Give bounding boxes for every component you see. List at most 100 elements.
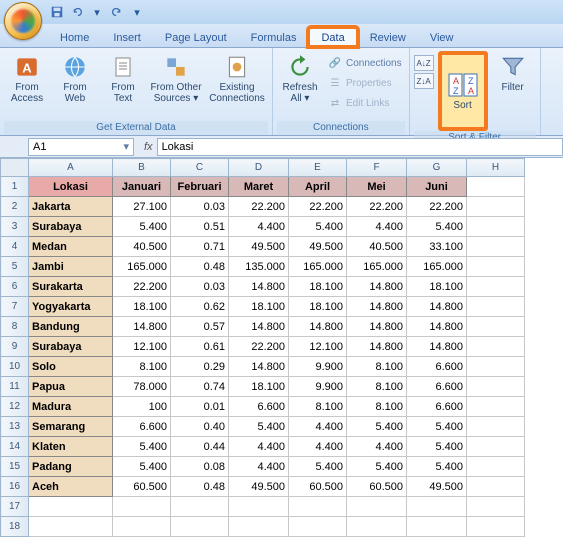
- sort-button[interactable]: AZZASort: [438, 51, 488, 131]
- cell[interactable]: 22.200: [289, 197, 347, 217]
- cell[interactable]: 12.100: [113, 337, 171, 357]
- cell-lokasi[interactable]: Surabaya: [29, 217, 113, 237]
- cell[interactable]: 18.100: [407, 277, 467, 297]
- cell[interactable]: 100: [113, 397, 171, 417]
- cell[interactable]: 5.400: [289, 217, 347, 237]
- cell[interactable]: 14.800: [407, 337, 467, 357]
- cell[interactable]: 0.29: [171, 357, 229, 377]
- cell[interactable]: 40.500: [113, 237, 171, 257]
- cell[interactable]: [171, 517, 229, 537]
- cell[interactable]: 18.100: [229, 297, 289, 317]
- connections-button[interactable]: 🔗Connections: [325, 54, 405, 72]
- sort-asc-button[interactable]: A↓Z: [414, 55, 434, 71]
- refresh-all-button[interactable]: Refresh All ▾: [277, 51, 323, 106]
- cell[interactable]: 0.01: [171, 397, 229, 417]
- cell[interactable]: 4.400: [347, 437, 407, 457]
- cell[interactable]: [407, 517, 467, 537]
- cell[interactable]: [467, 177, 525, 197]
- cell[interactable]: 18.100: [289, 297, 347, 317]
- cell[interactable]: 18.100: [229, 377, 289, 397]
- cell[interactable]: 5.400: [113, 437, 171, 457]
- cell[interactable]: [467, 457, 525, 477]
- office-button[interactable]: [4, 2, 42, 40]
- cell[interactable]: 5.400: [407, 217, 467, 237]
- cell[interactable]: 8.100: [347, 377, 407, 397]
- row-header-17[interactable]: 17: [1, 497, 29, 517]
- cell[interactable]: 14.800: [229, 357, 289, 377]
- cell[interactable]: 22.200: [229, 337, 289, 357]
- cell[interactable]: 14.800: [229, 317, 289, 337]
- cell[interactable]: 8.100: [113, 357, 171, 377]
- cell[interactable]: 4.400: [347, 217, 407, 237]
- cell[interactable]: [467, 297, 525, 317]
- cell[interactable]: 0.40: [171, 417, 229, 437]
- cell-lokasi[interactable]: Medan: [29, 237, 113, 257]
- col-header-F[interactable]: F: [347, 159, 407, 177]
- cell[interactable]: 4.400: [229, 437, 289, 457]
- formula-input[interactable]: Lokasi: [157, 138, 563, 156]
- cell[interactable]: [29, 517, 113, 537]
- row-header-8[interactable]: 8: [1, 317, 29, 337]
- cell[interactable]: 5.400: [229, 417, 289, 437]
- col-header-H[interactable]: H: [467, 159, 525, 177]
- cell[interactable]: 8.100: [347, 397, 407, 417]
- cell[interactable]: 60.500: [289, 477, 347, 497]
- header-cell[interactable]: April: [289, 177, 347, 197]
- cell[interactable]: 9.900: [289, 357, 347, 377]
- cell[interactable]: 6.600: [229, 397, 289, 417]
- cell[interactable]: [113, 497, 171, 517]
- cell[interactable]: 6.600: [407, 357, 467, 377]
- row-header-11[interactable]: 11: [1, 377, 29, 397]
- header-cell[interactable]: Juni: [407, 177, 467, 197]
- cell[interactable]: 0.61: [171, 337, 229, 357]
- cell[interactable]: 6.600: [407, 377, 467, 397]
- cell[interactable]: [229, 517, 289, 537]
- row-header-5[interactable]: 5: [1, 257, 29, 277]
- cell-lokasi[interactable]: Aceh: [29, 477, 113, 497]
- tab-home[interactable]: Home: [48, 28, 101, 47]
- tab-review[interactable]: Review: [358, 28, 418, 47]
- row-header-7[interactable]: 7: [1, 297, 29, 317]
- from-text-button[interactable]: From Text: [100, 51, 146, 106]
- cell[interactable]: [289, 517, 347, 537]
- from-access-button[interactable]: AFrom Access: [4, 51, 50, 106]
- qat-customize-icon[interactable]: ▾: [128, 3, 146, 21]
- cell[interactable]: [467, 397, 525, 417]
- cell-lokasi[interactable]: Yogyakarta: [29, 297, 113, 317]
- row-header-13[interactable]: 13: [1, 417, 29, 437]
- cell[interactable]: [467, 317, 525, 337]
- redo-icon[interactable]: [108, 3, 126, 21]
- cell[interactable]: [467, 277, 525, 297]
- cell[interactable]: 18.100: [289, 277, 347, 297]
- cell[interactable]: 135.000: [229, 257, 289, 277]
- cell[interactable]: 9.900: [289, 377, 347, 397]
- cell[interactable]: 0.08: [171, 457, 229, 477]
- fx-icon[interactable]: fx: [144, 141, 153, 153]
- cell[interactable]: 0.71: [171, 237, 229, 257]
- cell[interactable]: 6.600: [113, 417, 171, 437]
- filter-button[interactable]: Filter: [490, 51, 536, 95]
- cell[interactable]: [467, 357, 525, 377]
- header-cell[interactable]: Mei: [347, 177, 407, 197]
- cell-lokasi[interactable]: Klaten: [29, 437, 113, 457]
- cell[interactable]: [347, 497, 407, 517]
- col-header-E[interactable]: E: [289, 159, 347, 177]
- row-header-10[interactable]: 10: [1, 357, 29, 377]
- cell[interactable]: 14.800: [347, 337, 407, 357]
- from-other-sources-button[interactable]: From Other Sources ▾: [148, 51, 204, 106]
- cell-lokasi[interactable]: Semarang: [29, 417, 113, 437]
- cell-lokasi[interactable]: Surabaya: [29, 337, 113, 357]
- tab-data[interactable]: Data: [308, 27, 357, 47]
- cell[interactable]: [113, 517, 171, 537]
- cell[interactable]: 165.000: [289, 257, 347, 277]
- cell[interactable]: 4.400: [289, 417, 347, 437]
- select-all-corner[interactable]: [1, 159, 29, 177]
- cell[interactable]: 5.400: [407, 417, 467, 437]
- cell[interactable]: [467, 217, 525, 237]
- cell[interactable]: 14.800: [407, 317, 467, 337]
- existing-connections-button[interactable]: Existing Connections: [206, 51, 268, 106]
- cell[interactable]: 0.48: [171, 257, 229, 277]
- cell[interactable]: 49.500: [229, 477, 289, 497]
- cell[interactable]: [467, 517, 525, 537]
- cell[interactable]: 4.400: [229, 457, 289, 477]
